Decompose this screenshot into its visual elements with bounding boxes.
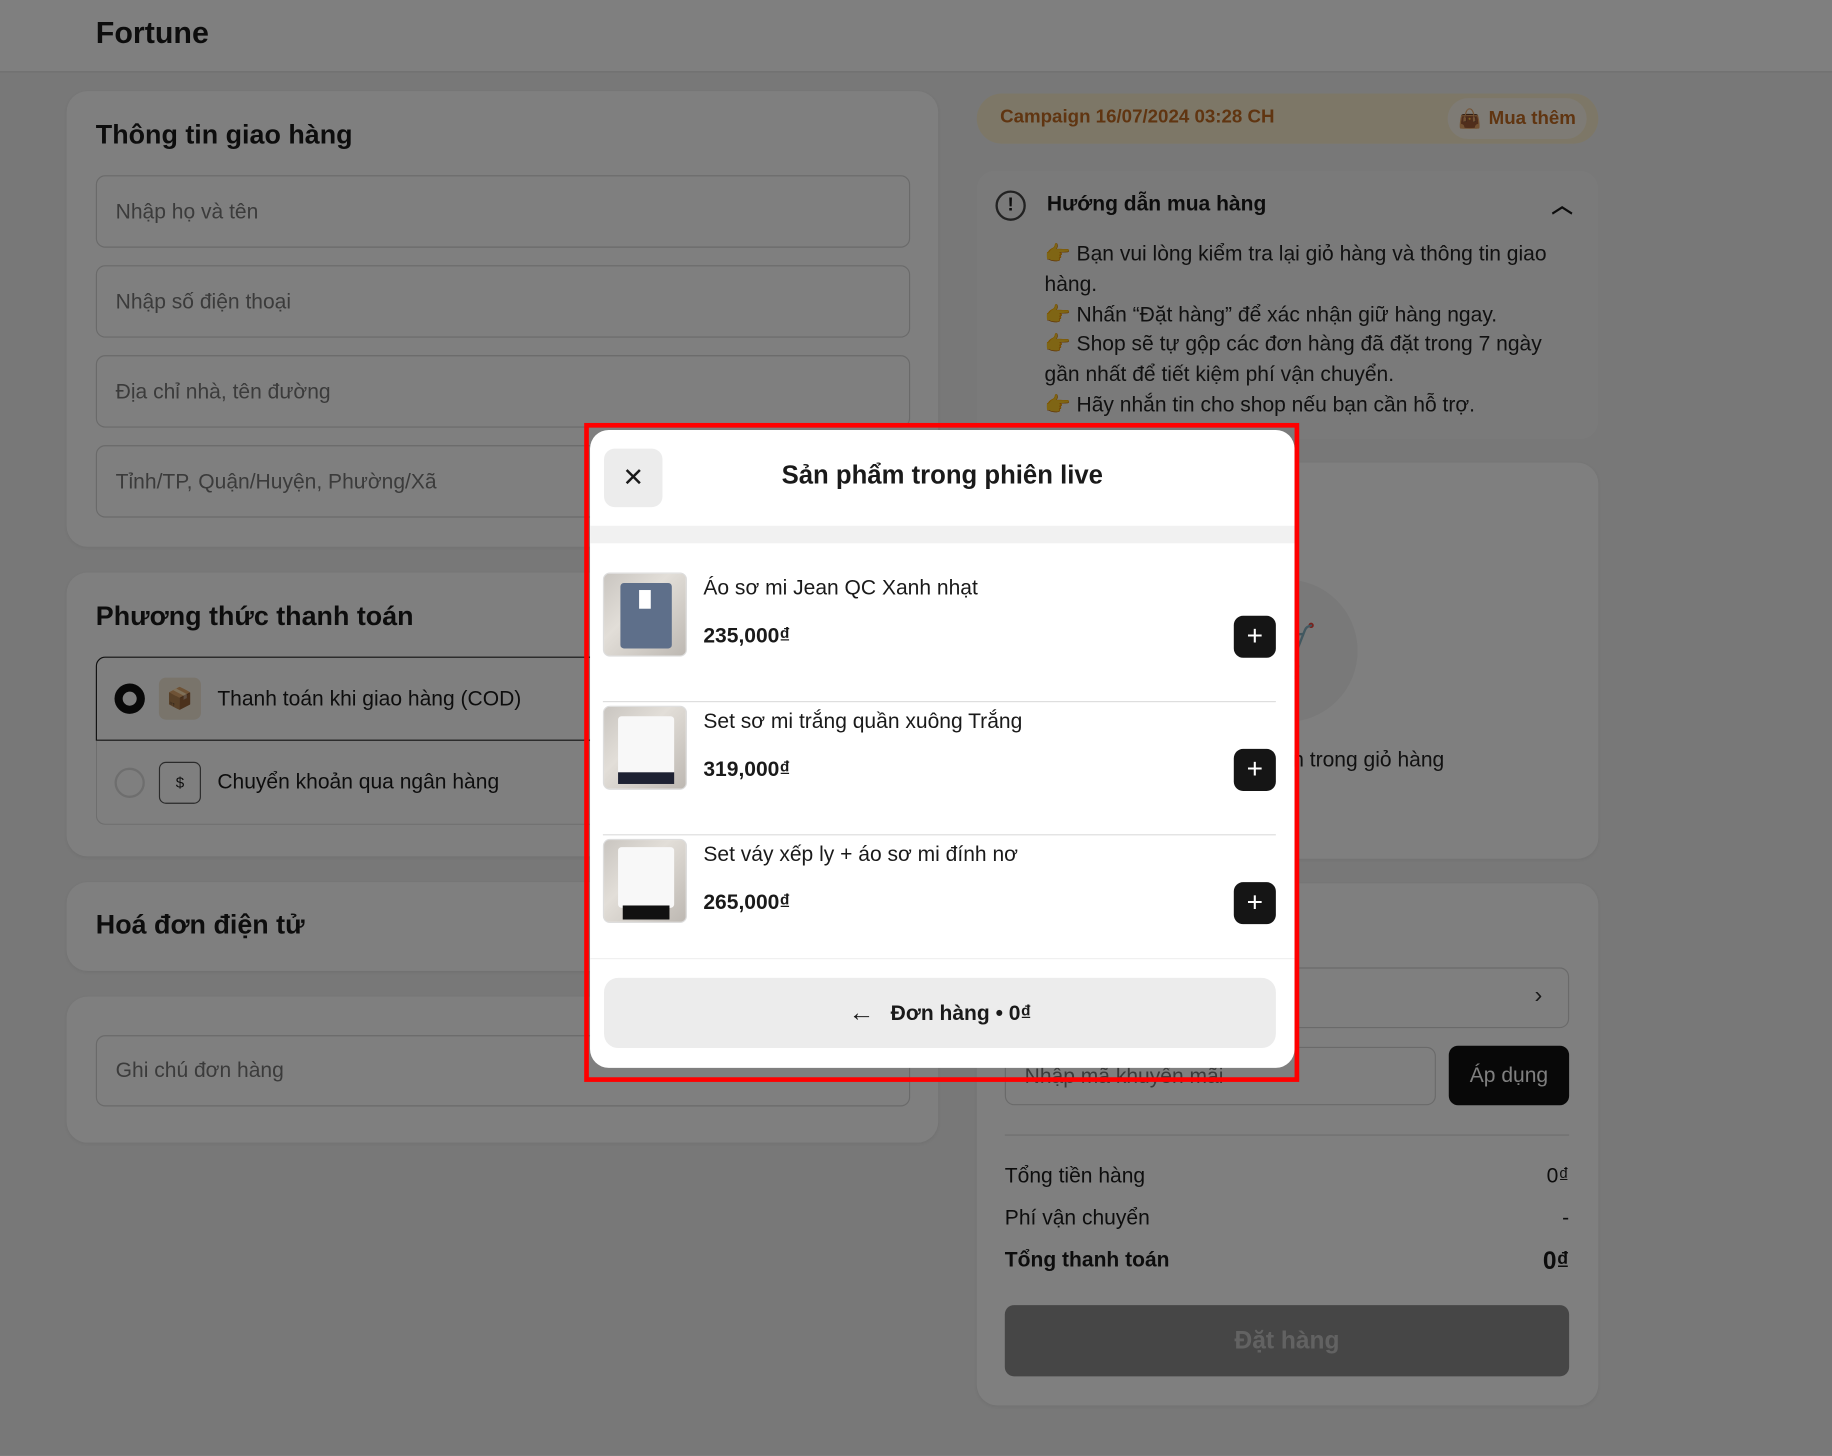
- highlight-box: [584, 422, 1300, 1082]
